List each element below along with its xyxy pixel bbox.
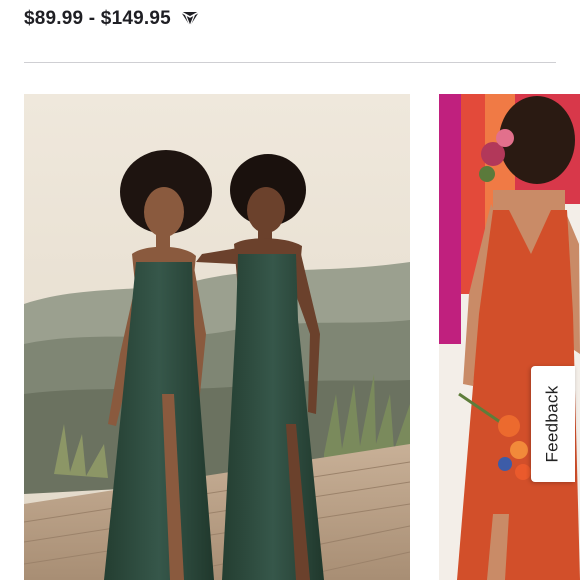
orange-dress-photo[interactable]: [439, 94, 580, 580]
feedback-button[interactable]: Feedback: [531, 366, 575, 482]
green-dresses-photo[interactable]: [24, 94, 410, 580]
price-range: $89.99 - $149.95: [24, 8, 171, 29]
image-carousel[interactable]: [0, 94, 580, 580]
product-page: $89.99 - $149.95 Feedback: [0, 0, 580, 580]
price-row: $89.99 - $149.95: [24, 8, 201, 30]
diamond-icon: [179, 11, 201, 28]
feedback-label: Feedback: [543, 385, 562, 463]
divider: [24, 62, 556, 63]
